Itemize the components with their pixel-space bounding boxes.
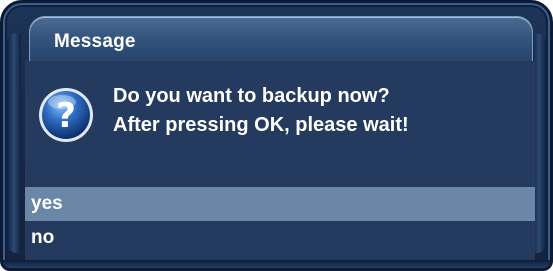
svg-text:?: ? [56, 96, 76, 136]
message-line-2: After pressing OK, please wait! [113, 114, 409, 136]
option-yes[interactable]: yes [25, 187, 535, 221]
dialog-bottom-rim [3, 260, 550, 268]
dialog-title: Message [54, 31, 136, 52]
option-no[interactable]: no [25, 221, 535, 255]
message-dialog: Message ? Do you want to backup now? Aft… [0, 0, 553, 271]
dialog-titlebar: Message [29, 16, 533, 62]
question-icon: ? [37, 86, 95, 144]
dialog-left-rail [7, 33, 21, 253]
message-line-1: Do you want to backup now? [113, 85, 390, 107]
